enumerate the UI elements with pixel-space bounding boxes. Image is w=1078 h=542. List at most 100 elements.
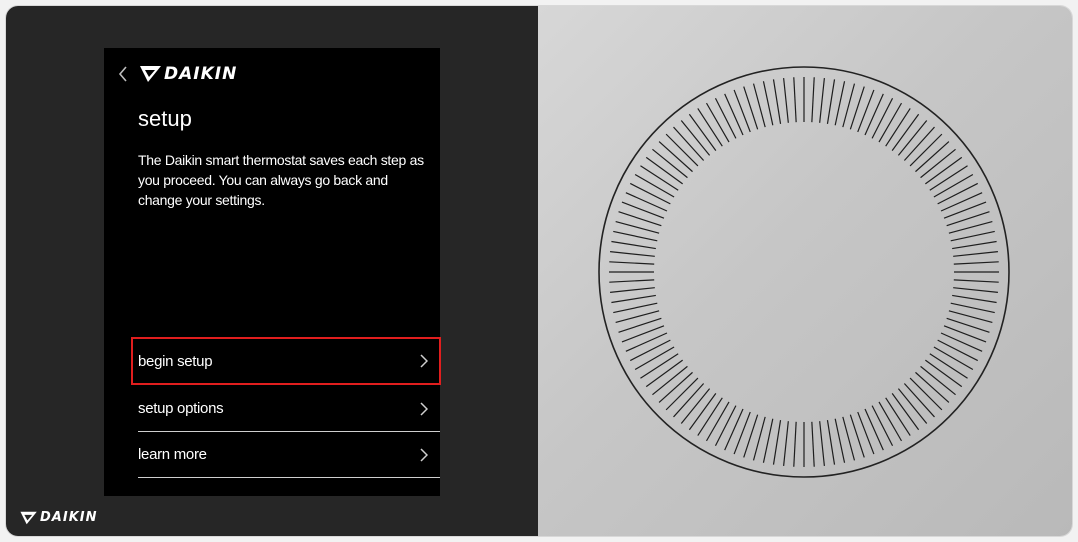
dial-tick: [940, 192, 983, 212]
dial-tick: [924, 156, 963, 185]
dial-tick: [762, 81, 774, 126]
rotary-dial[interactable]: [596, 64, 1012, 480]
dial-tick: [909, 133, 943, 167]
dial-tick: [697, 108, 723, 147]
dial-tick: [621, 325, 665, 343]
dial-tick: [724, 408, 744, 451]
dial-ticks: [609, 77, 999, 467]
dial-tick: [645, 359, 684, 388]
dial-tick: [933, 346, 974, 371]
dial-tick: [950, 230, 995, 242]
dial-tick: [826, 420, 836, 465]
dial-tick: [871, 97, 894, 139]
dial-tick: [953, 261, 999, 265]
dial-tick: [878, 102, 903, 143]
dial-tick: [610, 251, 655, 257]
dial-tick: [652, 365, 688, 396]
dial-tick: [611, 240, 656, 250]
dial-tick: [793, 421, 797, 467]
dial-tick: [834, 81, 846, 126]
dial-tick: [834, 418, 846, 463]
menu-item-label: setup options: [138, 400, 224, 417]
dial-tick: [937, 182, 979, 205]
thermostat-screen: DAIKIN setup The Daikin smart thermostat…: [104, 48, 441, 496]
dial-tick: [903, 126, 935, 161]
dial-tick: [629, 339, 671, 362]
dial-tick: [733, 89, 751, 133]
dial-tick: [924, 359, 963, 388]
dial-tick: [871, 405, 894, 447]
dial-tick: [929, 353, 968, 379]
dial-tick: [864, 93, 884, 136]
dial-tick: [634, 173, 675, 198]
dial-tick: [897, 388, 928, 424]
dial-tick: [673, 126, 705, 161]
menu-item-label: learn more: [138, 446, 207, 463]
dial-tick: [920, 365, 956, 396]
dial-tick: [783, 421, 789, 466]
dial-tick: [724, 93, 744, 136]
bezel-brand-name: DAIKIN: [40, 510, 98, 525]
dial-tick: [673, 383, 705, 418]
back-button[interactable]: [114, 62, 132, 86]
dial-tick: [665, 377, 699, 411]
dial-tick: [733, 411, 751, 455]
dial-outer-ring: [598, 66, 1010, 478]
dial-tick: [953, 279, 999, 283]
dial-tick: [625, 332, 668, 352]
dial-tick: [819, 421, 825, 466]
dial-tick: [793, 77, 797, 123]
menu-item-label: begin setup: [138, 352, 213, 370]
dial-tick: [891, 392, 920, 431]
dial-tick: [688, 113, 717, 152]
chevron-right-icon: [420, 354, 428, 368]
dial-tick: [953, 287, 998, 293]
dial-tick: [645, 156, 684, 185]
page-title: setup: [138, 106, 192, 131]
dial-tick: [609, 261, 655, 265]
dial-tick: [857, 89, 875, 133]
dial-tick: [811, 421, 815, 467]
dial-tick: [953, 251, 998, 257]
dial-tick: [915, 371, 950, 403]
dial-tick: [929, 165, 968, 191]
thermostat-device: DAIKIN setup The Daikin smart thermostat…: [6, 6, 1072, 536]
dial-tick: [878, 401, 903, 442]
dial-tick: [714, 405, 737, 447]
dial-tick: [680, 120, 711, 156]
dial-tick: [783, 78, 789, 123]
dial-tick: [680, 388, 711, 424]
dial-tick: [864, 408, 884, 451]
device-bezel: DAIKIN setup The Daikin smart thermostat…: [6, 6, 538, 536]
dial-tick: [943, 201, 987, 219]
dial-tick: [933, 173, 974, 198]
dial-tick: [920, 148, 956, 179]
bezel-logo: DAIKIN: [20, 510, 97, 525]
begin-setup-button[interactable]: begin setup: [131, 337, 441, 385]
dial-tick: [610, 287, 655, 293]
chevron-right-icon: [420, 401, 428, 416]
dial-tick: [609, 279, 655, 283]
chevron-left-icon: [118, 66, 127, 82]
dial-tick: [652, 148, 688, 179]
dial-tick: [952, 294, 997, 304]
learn-more-button[interactable]: learn more: [138, 432, 440, 478]
dial-tick: [826, 79, 836, 124]
dial-tick: [658, 141, 693, 173]
dial-tick: [819, 78, 825, 123]
dial-tick: [705, 102, 730, 143]
dial-tick: [950, 302, 995, 314]
dial-tick: [629, 182, 671, 205]
setup-options-button[interactable]: setup options: [138, 386, 440, 432]
dial-tick: [625, 192, 668, 212]
dial-tick: [885, 397, 911, 436]
dial-tick: [903, 383, 935, 418]
dial-tick: [640, 353, 679, 379]
dial-tick: [714, 97, 737, 139]
dial-tick: [634, 346, 675, 371]
dial-tick: [909, 377, 943, 411]
dial-tick: [705, 401, 730, 442]
dial-tick: [621, 201, 665, 219]
daikin-logo-icon: [140, 66, 161, 82]
dial-tick: [658, 371, 693, 403]
